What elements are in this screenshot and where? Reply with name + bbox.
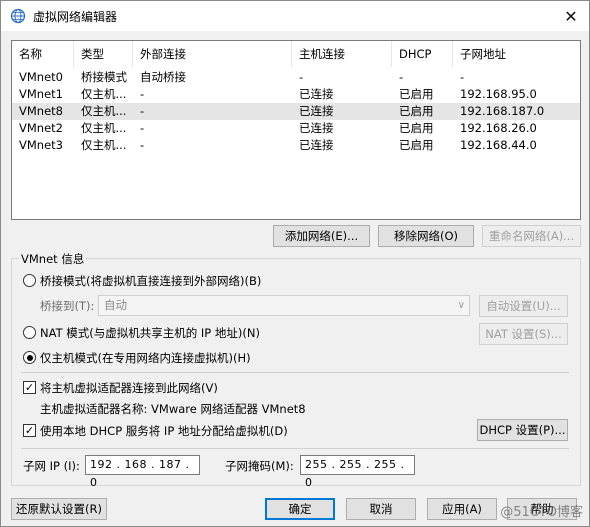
bridge-to-dropdown[interactable]: 自动 ∨ bbox=[98, 295, 470, 316]
list-header: 名称 类型 外部连接 主机连接 DHCP 子网地址 bbox=[12, 41, 580, 67]
list-cell: - bbox=[140, 138, 145, 152]
nat-settings-button[interactable]: NAT 设置(S)... bbox=[479, 323, 568, 345]
adapter-name-text: 主机虚拟适配器名称: VMware 网络适配器 VMnet8 bbox=[40, 402, 306, 416]
rename-network-button[interactable]: 重命名网络(A)... bbox=[482, 225, 581, 247]
title-bar[interactable]: 虚拟网络编辑器 ✕ bbox=[1, 1, 589, 31]
column-header-subnet[interactable]: 子网地址 bbox=[453, 41, 581, 67]
bridge-to-value: 自动 bbox=[104, 298, 127, 312]
list-cell: 已启用 bbox=[399, 121, 434, 135]
remove-network-button[interactable]: 移除网络(O) bbox=[378, 225, 474, 247]
list-cell: 已启用 bbox=[399, 138, 434, 152]
list-cell: 仅主机... bbox=[81, 104, 127, 118]
subnet-ip-label: 子网 IP (I): bbox=[23, 459, 80, 473]
column-header-type[interactable]: 类型 bbox=[74, 41, 133, 67]
list-item[interactable]: VMnet2 仅主机... - 已连接 已启用 192.168.26.0 bbox=[12, 120, 580, 137]
network-list[interactable]: 名称 类型 外部连接 主机连接 DHCP 子网地址 VMnet0 桥接模式 自动桥接… bbox=[11, 40, 581, 220]
host-only-mode-radio[interactable] bbox=[23, 351, 36, 364]
ok-button[interactable]: 确定 bbox=[265, 498, 335, 520]
list-cell: 192.168.95.0 bbox=[460, 87, 537, 101]
connect-adapter-checkbox[interactable]: ✓ bbox=[23, 381, 36, 394]
list-item[interactable]: VMnet8 仅主机... - 已连接 已启用 192.168.187.0 bbox=[12, 103, 580, 120]
list-cell: - bbox=[140, 87, 145, 101]
list-cell: 自动桥接 bbox=[140, 70, 186, 84]
list-cell: - bbox=[399, 70, 404, 84]
vmnet-info-label: VMnet 信息 bbox=[19, 251, 87, 267]
list-cell: VMnet0 bbox=[19, 70, 63, 84]
use-dhcp-checkbox[interactable]: ✓ bbox=[23, 424, 36, 437]
list-cell: VMnet8 bbox=[19, 104, 63, 118]
list-cell: VMnet1 bbox=[19, 87, 63, 101]
column-header-external[interactable]: 外部连接 bbox=[133, 41, 292, 67]
list-cell: 桥接模式 bbox=[81, 70, 127, 84]
bridge-mode-label[interactable]: 桥接模式(将虚拟机直接连接到外部网络)(B) bbox=[40, 273, 261, 289]
watermark: @51CTO博客 bbox=[500, 505, 583, 520]
window-title: 虚拟网络编辑器 bbox=[33, 9, 118, 24]
list-item[interactable]: VMnet1 仅主机... - 已连接 已启用 192.168.95.0 bbox=[12, 86, 580, 103]
close-button[interactable]: ✕ bbox=[553, 1, 589, 31]
list-cell: 已启用 bbox=[399, 87, 434, 101]
column-header-name[interactable]: 名称 bbox=[12, 41, 74, 67]
nat-mode-radio[interactable] bbox=[23, 326, 36, 339]
cancel-button[interactable]: 取消 bbox=[346, 498, 416, 520]
column-header-host[interactable]: 主机连接 bbox=[292, 41, 392, 67]
list-cell: 仅主机... bbox=[81, 87, 127, 101]
list-cell: 已连接 bbox=[299, 121, 334, 135]
list-cell: 已连接 bbox=[299, 138, 334, 152]
subnet-mask-input[interactable]: 255 . 255 . 255 . 0 bbox=[300, 455, 415, 489]
use-dhcp-label[interactable]: 使用本地 DHCP 服务将 IP 地址分配给虚拟机(D) bbox=[40, 423, 288, 439]
list-cell: 已启用 bbox=[399, 104, 434, 118]
list-cell: - bbox=[460, 70, 465, 84]
restore-defaults-button[interactable]: 还原默认设置(R) bbox=[11, 498, 107, 520]
auto-settings-button[interactable]: 自动设置(U)... bbox=[479, 295, 568, 317]
list-cell: - bbox=[299, 70, 304, 84]
virtual-network-editor-window: 虚拟网络编辑器 ✕ 名称 类型 外部连接 主机连接 DHCP 子网地址 VMne… bbox=[0, 0, 590, 527]
list-cell: VMnet2 bbox=[19, 121, 63, 135]
list-item[interactable]: VMnet3 仅主机... - 已连接 已启用 192.168.44.0 bbox=[12, 137, 580, 154]
chevron-down-icon: ∨ bbox=[457, 300, 465, 311]
list-item[interactable]: VMnet0 桥接模式 自动桥接 - - - bbox=[12, 69, 580, 86]
nat-mode-label[interactable]: NAT 模式(与虚拟机共享主机的 IP 地址)(N) bbox=[40, 325, 260, 341]
close-icon: ✕ bbox=[564, 6, 578, 26]
subnet-mask-label: 子网掩码(M): bbox=[225, 459, 294, 473]
list-cell: - bbox=[140, 104, 145, 118]
list-cell: - bbox=[140, 121, 145, 135]
list-cell: 已连接 bbox=[299, 104, 334, 118]
divider bbox=[21, 372, 569, 373]
host-only-mode-label[interactable]: 仅主机模式(在专用网络内连接虚拟机)(H) bbox=[40, 350, 251, 366]
list-cell: 仅主机... bbox=[81, 138, 127, 152]
list-cell: 192.168.44.0 bbox=[460, 138, 537, 152]
list-cell: 192.168.187.0 bbox=[460, 104, 545, 118]
apply-button[interactable]: 应用(A) bbox=[427, 498, 497, 520]
list-cell: 192.168.26.0 bbox=[460, 121, 537, 135]
add-network-button[interactable]: 添加网络(E)... bbox=[273, 225, 370, 247]
bridge-mode-radio[interactable] bbox=[23, 274, 36, 287]
subnet-ip-input[interactable]: 192 . 168 . 187 . 0 bbox=[85, 455, 200, 489]
column-header-dhcp[interactable]: DHCP bbox=[392, 41, 453, 67]
divider bbox=[21, 448, 569, 449]
dhcp-settings-button[interactable]: DHCP 设置(P)... bbox=[477, 419, 568, 441]
list-cell: VMnet3 bbox=[19, 138, 63, 152]
globe-network-icon bbox=[10, 8, 26, 24]
bridge-to-label: 桥接到(T): bbox=[40, 299, 95, 313]
list-cell: 已连接 bbox=[299, 87, 334, 101]
connect-adapter-label[interactable]: 将主机虚拟适配器连接到此网络(V) bbox=[40, 380, 218, 396]
list-cell: 仅主机... bbox=[81, 121, 127, 135]
